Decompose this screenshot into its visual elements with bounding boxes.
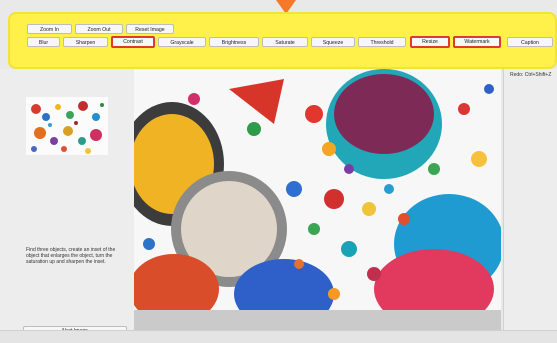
squeeze-button[interactable]: Squeeze [311, 37, 355, 47]
threshold-button[interactable]: Threshold [358, 37, 406, 47]
resize-button[interactable]: Resize [410, 36, 450, 48]
reset-image-button[interactable]: Reset Image [126, 24, 174, 34]
instructions-text: Find three objects, create an inset of t… [26, 247, 116, 266]
saturate-button[interactable]: Saturate [262, 37, 308, 47]
canvas-empty-area [134, 310, 501, 330]
zoom-in-button[interactable]: Zoom In [27, 24, 72, 34]
redo-hint: Redo: Ctrl+Shift+Z [510, 72, 552, 78]
main-image[interactable] [134, 69, 501, 310]
contrast-button[interactable]: Contrast [111, 36, 155, 48]
blur-button[interactable]: Blur [27, 37, 60, 47]
thumbnail-graphic [26, 97, 108, 155]
zoom-out-button[interactable]: Zoom Out [75, 24, 123, 34]
thumbnail-image[interactable] [26, 97, 108, 155]
sharpen-button[interactable]: Sharpen [63, 37, 108, 47]
caption-button[interactable]: Caption [507, 37, 553, 47]
right-panel [503, 69, 557, 342]
brightness-button[interactable]: Brightness [209, 37, 259, 47]
grayscale-button[interactable]: Grayscale [158, 37, 206, 47]
status-bar [0, 330, 557, 343]
watermark-button[interactable]: Watermark [453, 36, 501, 48]
